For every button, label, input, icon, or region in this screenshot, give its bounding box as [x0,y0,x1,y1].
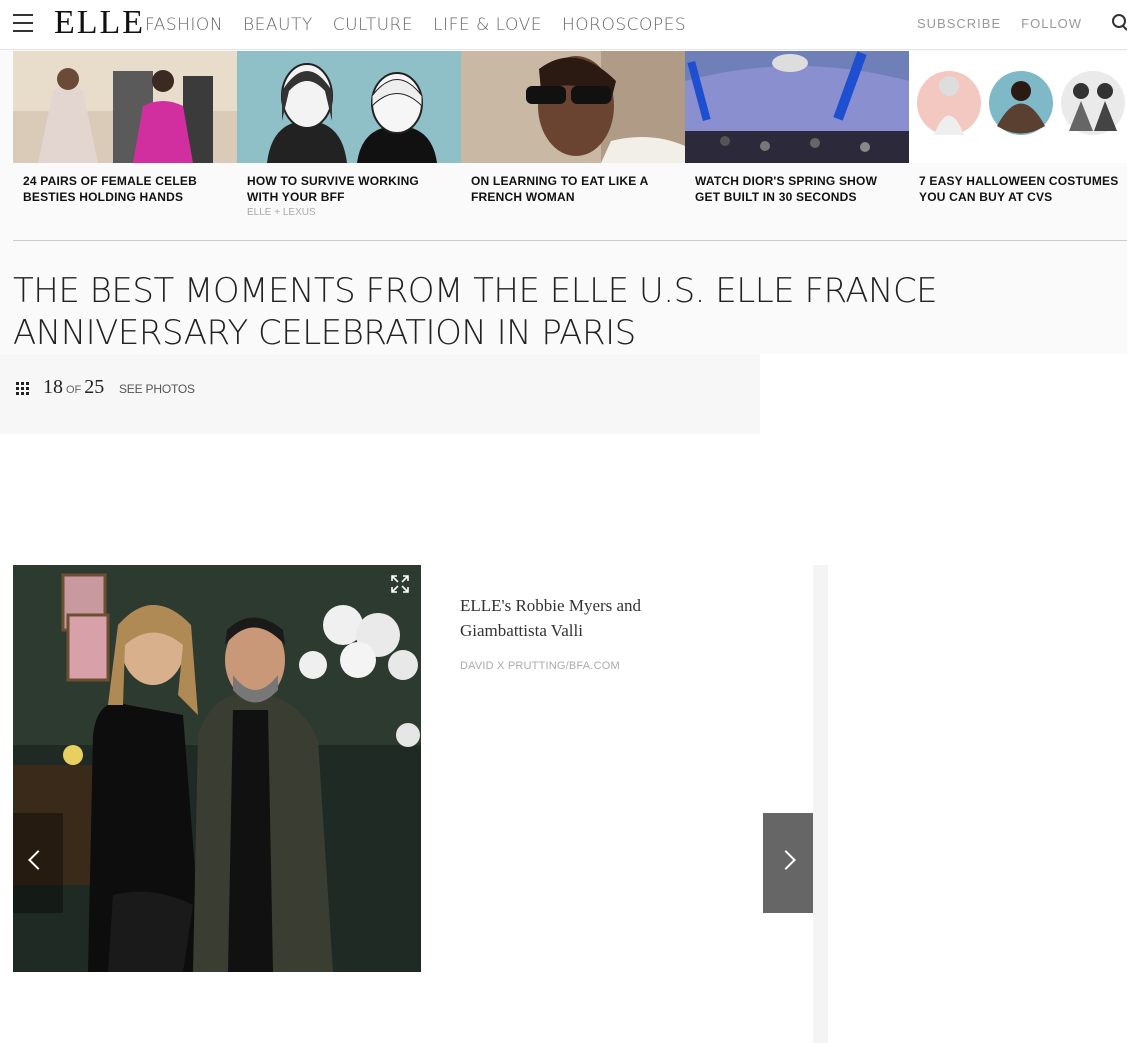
related-image[interactable] [461,51,685,163]
nav-horoscopes[interactable]: HOROSCOPES [562,15,686,35]
related-title[interactable]: 24 PAIRS OF FEMALE CELEB BESTIES HOLDING… [13,163,237,205]
related-stories: 24 PAIRS OF FEMALE CELEB BESTIES HOLDING… [13,51,1127,240]
subscribe-link[interactable]: SUBSCRIBE [917,16,1001,31]
slide-photo[interactable] [13,565,421,972]
total-slides: 25 [84,376,105,398]
slide-counter: 18 OF 25 [43,376,104,399]
related-image[interactable] [13,51,237,163]
robbie-myers-valli-photo [13,565,421,972]
related-title[interactable]: HOW TO SURVIVE WORKING WITH YOUR BFF [237,163,461,205]
related-card[interactable]: 7 EASY HALLOWEEN COSTUMES YOU CAN BUY AT… [909,51,1127,240]
dior-show-photo [685,51,909,163]
next-slide-button[interactable] [763,813,813,913]
slide-caption: ELLE's Robbie Myers and Giambattista Val… [460,596,642,640]
related-card[interactable]: 24 PAIRS OF FEMALE CELEB BESTIES HOLDING… [13,51,237,240]
photo-credit: DAVID X PRUTTING/BFA.COM [460,660,620,672]
prev-slide-button[interactable] [13,813,63,913]
gallery-title: THE BEST MOMENTS FROM THE ELLE U.S. ELLE… [13,271,938,353]
counter-of: OF [66,384,82,396]
ad-space [760,354,1127,434]
follow-link[interactable]: FOLLOW [1021,16,1082,31]
counter-bar [0,354,760,434]
related-title[interactable]: WATCH DIOR'S SPRING SHOW GET BUILT IN 30… [685,163,909,205]
expand-icon[interactable] [391,575,409,593]
site-header: ELLE FASHION BEAUTY CULTURE LIFE & LOVE … [0,0,1127,50]
section-divider [13,240,1127,241]
nav-beauty[interactable]: BEAUTY [243,15,313,35]
french-woman-photo [461,51,685,163]
see-photos-link[interactable]: SEE PHOTOS [119,382,195,396]
related-image[interactable] [685,51,909,163]
header-actions: SUBSCRIBE FOLLOW [917,16,1082,31]
grid-icon[interactable] [16,382,29,395]
nav-fashion[interactable]: FASHION [145,15,223,35]
nav-culture[interactable]: CULTURE [333,15,413,35]
related-title[interactable]: ON LEARNING TO EAT LIKE A FRENCH WOMAN [461,163,685,205]
search-icon[interactable] [1112,14,1126,28]
bff-portraits-illustration [237,51,461,163]
related-card[interactable]: HOW TO SURVIVE WORKING WITH YOUR BFF ELL… [237,51,461,240]
celeb-besties-photo [13,51,237,163]
related-sponsor: ELLE + LEXUS [247,207,316,218]
related-title[interactable]: 7 EASY HALLOWEEN COSTUMES YOU CAN BUY AT… [909,163,1127,205]
chevron-right-icon [776,850,796,870]
related-card[interactable]: ON LEARNING TO EAT LIKE A FRENCH WOMAN [461,51,685,240]
nav-life-love[interactable]: LIFE & LOVE [433,15,542,35]
related-image[interactable] [237,51,461,163]
related-image[interactable] [909,51,1127,163]
chevron-left-icon [28,850,48,870]
site-logo[interactable]: ELLE [54,5,145,41]
main-nav: FASHION BEAUTY CULTURE LIFE & LOVE HOROS… [145,15,686,35]
halloween-costumes-collage [909,51,1127,163]
menu-icon[interactable] [13,14,33,32]
current-slide: 18 [43,376,63,398]
related-card[interactable]: WATCH DIOR'S SPRING SHOW GET BUILT IN 30… [685,51,909,240]
